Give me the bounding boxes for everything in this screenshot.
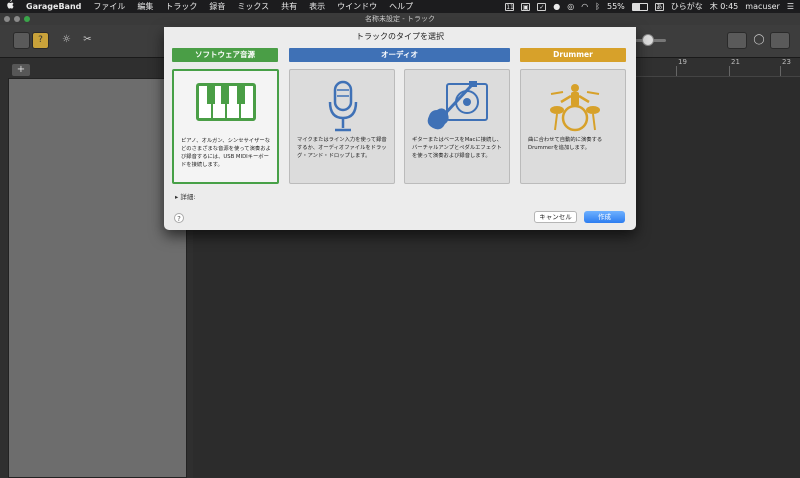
window-title: 名称未設定 - トラック <box>365 15 435 23</box>
calendar-icon[interactable]: 11 <box>505 2 515 11</box>
scissors-icon[interactable]: ✂ <box>79 32 96 49</box>
menu-window[interactable]: ウインドウ <box>331 0 383 13</box>
minimize-window-icon[interactable] <box>14 16 20 22</box>
compass-icon[interactable]: ◎ <box>567 2 574 11</box>
card-software-instrument[interactable]: ピアノ、オルガン、シンセサイザーなどのさまざまな音源を使って演奏および録音するに… <box>172 69 279 184</box>
guitar-amp-icon <box>427 81 488 130</box>
track-header-list <box>8 78 187 478</box>
apple-menu-icon[interactable] <box>0 0 20 13</box>
input-method-label[interactable]: ひらがな <box>671 1 703 12</box>
menu-edit[interactable]: 編集 <box>131 0 159 13</box>
media-browser-button[interactable] <box>770 32 790 49</box>
ruler-line <box>676 66 677 76</box>
card-description: マイクまたはライン入力を使って録音するか、オーディオファイルをドラッグ・アンド・… <box>297 137 387 159</box>
create-button[interactable]: 作成 <box>584 211 625 223</box>
input-method-icon[interactable]: あ <box>654 2 664 11</box>
card-guitar-bass[interactable]: ギターまたはベースをMacに接続し、バーチャルアンプとペダルエフェクトを使って演… <box>404 69 510 184</box>
keyboard-icon <box>196 83 256 121</box>
menu-track[interactable]: トラック <box>159 0 203 13</box>
library-button[interactable] <box>13 32 30 49</box>
volume-slider-knob[interactable] <box>642 34 654 46</box>
battery-icon[interactable] <box>631 2 648 11</box>
user-circle-icon[interactable]: ● <box>553 2 560 11</box>
ruler-line <box>729 66 730 76</box>
ruler-tick-19: 19 <box>678 58 687 66</box>
menu-mix[interactable]: ミックス <box>231 0 275 13</box>
card-drummer[interactable]: 曲に合わせて自動的に演奏するDrummerを追加します。 <box>520 69 626 184</box>
notepad-button[interactable] <box>727 32 747 49</box>
close-window-icon[interactable] <box>4 16 10 22</box>
menu-view[interactable]: 表示 <box>303 0 331 13</box>
card-description: ギターまたはベースをMacに接続し、バーチャルアンプとペダルエフェクトを使って演… <box>412 137 502 159</box>
category-audio: オーディオ <box>289 48 510 62</box>
clock[interactable]: 木 0:45 <box>710 1 739 12</box>
help-icon[interactable]: ? <box>174 213 184 223</box>
control-center-icon[interactable]: ☰ <box>787 2 794 11</box>
menu-share[interactable]: 共有 <box>275 0 303 13</box>
card-description: ピアノ、オルガン、シンセサイザーなどのさまざまな音源を使って演奏および録音するに… <box>181 138 271 168</box>
check-icon[interactable]: ✓ <box>537 2 547 11</box>
loop-browser-icon[interactable]: ◯ <box>750 32 768 49</box>
menu-file[interactable]: ファイル <box>87 0 131 13</box>
wifi-icon[interactable]: ◠ <box>581 2 588 11</box>
menu-bar: GarageBand ファイル 編集 トラック 録音 ミックス 共有 表示 ウイ… <box>0 0 800 13</box>
save-status-icon[interactable]: ▣ <box>521 2 531 11</box>
menu-help[interactable]: ヘルプ <box>383 0 419 13</box>
category-software-instrument: ソフトウェア音源 <box>172 48 278 62</box>
ruler-tick-21: 21 <box>731 58 740 66</box>
window-titlebar: 名称未設定 - トラック <box>0 13 800 25</box>
smart-controls-icon[interactable]: ☼ <box>58 32 75 49</box>
details-disclosure[interactable]: ▸ 詳細: <box>175 191 196 201</box>
add-track-button[interactable]: + <box>12 64 30 76</box>
track-type-dialog: トラックのタイプを選択 ソフトウェア音源 オーディオ Drummer ピアノ、オ… <box>164 27 636 230</box>
help-icon: ? <box>38 35 43 45</box>
user-name[interactable]: macuser <box>745 2 780 11</box>
drummer-icon <box>550 84 600 132</box>
category-drummer: Drummer <box>520 48 626 62</box>
dialog-title: トラックのタイプを選択 <box>356 32 444 41</box>
menu-record[interactable]: 録音 <box>203 0 231 13</box>
card-microphone[interactable]: マイクまたはライン入力を使って録音するか、オーディオファイルをドラッグ・アンド・… <box>289 69 395 184</box>
ruler-tick-23: 23 <box>782 58 791 66</box>
help-button[interactable]: ? <box>32 32 49 49</box>
bluetooth-icon[interactable]: ᛒ <box>595 2 600 11</box>
ruler-line <box>780 66 781 76</box>
card-description: 曲に合わせて自動的に演奏するDrummerを追加します。 <box>528 137 603 151</box>
cancel-button[interactable]: キャンセル <box>534 211 577 223</box>
microphone-icon <box>328 80 358 132</box>
app-menu[interactable]: GarageBand <box>20 0 87 13</box>
zoom-window-icon[interactable] <box>24 16 30 22</box>
battery-percent[interactable]: 55% <box>607 2 625 11</box>
